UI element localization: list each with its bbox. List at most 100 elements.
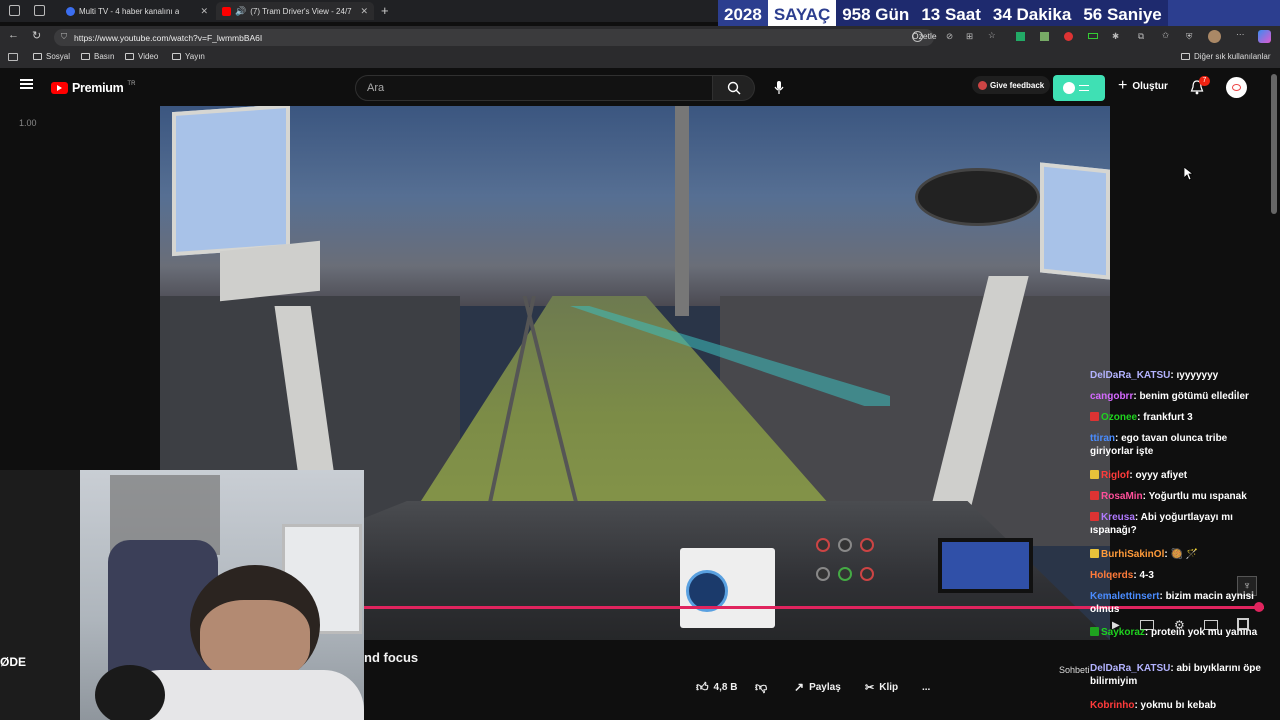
like-count: 4,8 B	[713, 681, 738, 693]
circle-icon	[1063, 82, 1075, 94]
tab-preview-icon[interactable]	[8, 53, 18, 61]
close-tab-icon[interactable]: ✕	[200, 6, 208, 17]
chat-message: BurhiSakinOl: 🥘 🪄	[1090, 548, 1272, 561]
profile-avatar[interactable]	[1208, 30, 1221, 43]
thumbs-down-icon: 👎︎	[755, 679, 768, 694]
folder-icon	[33, 53, 42, 60]
create-button[interactable]: + Oluştur	[1118, 78, 1168, 94]
video-speedometer	[680, 548, 775, 628]
url-field[interactable]: ⛉ https://www.youtube.com/watch?v=F_lwmm…	[54, 29, 934, 46]
search-button[interactable]	[713, 75, 755, 101]
folder-icon	[125, 53, 134, 60]
chat-username: Kobrinho	[1090, 700, 1135, 711]
video-cab-monitor	[172, 106, 290, 257]
page-scrollbar-thumb[interactable]	[1271, 74, 1277, 214]
search-placeholder: Ara	[367, 82, 385, 94]
tab-actions-icon[interactable]	[34, 5, 45, 16]
tab-multi-tv[interactable]: Multi TV - 4 haber kanalını a ✕	[60, 2, 214, 20]
show-chat-label[interactable]: Sohbeti	[1059, 665, 1090, 675]
chat-username: Holqerds	[1090, 570, 1134, 581]
chat-username: DelDaRa_KATSU	[1090, 370, 1171, 381]
summarize-label[interactable]: Özetle	[912, 31, 937, 41]
account-avatar[interactable]	[1226, 77, 1247, 98]
apps-icon[interactable]: ⊞	[966, 31, 973, 42]
chat-message: DelDaRa_KATSU: abi bıyıklarını öpe bilir…	[1090, 663, 1261, 687]
battery-extension-icon[interactable]	[1088, 33, 1098, 39]
search-input[interactable]: Ara	[355, 75, 713, 101]
share-button[interactable]: ↗ Paylaş	[794, 678, 841, 696]
chat-text: 🥘 🪄	[1170, 549, 1199, 560]
extension-icon[interactable]	[1040, 32, 1049, 41]
folder-icon	[1181, 53, 1190, 60]
notification-count-badge: 7	[1199, 76, 1210, 86]
video-knob	[838, 567, 852, 581]
chat-username: Riglof	[1101, 470, 1130, 481]
chat-username: BurhiSakinOl	[1101, 549, 1165, 560]
chat-username: DelDaRa_KATSU	[1090, 663, 1171, 674]
video-pole	[675, 106, 689, 316]
site-info-icon[interactable]: ⛉	[61, 32, 67, 42]
close-tab-icon[interactable]: ✕	[360, 6, 368, 17]
microphone-icon[interactable]	[774, 81, 784, 95]
bookmarks-bar: Sosyal Basın Video Yayın Diğer sık kulla…	[0, 48, 1280, 68]
chat-username: cangobrr	[1090, 391, 1134, 402]
playback-rate: 1.00	[19, 118, 37, 128]
chat-message: Saykoraz: protein yok mu yanına	[1090, 626, 1272, 639]
bookmark-yayin[interactable]: Yayın	[172, 52, 205, 61]
give-feedback-button[interactable]: Give feedback	[972, 76, 1051, 94]
youtube-play-logo-icon	[51, 82, 68, 94]
copilot-icon[interactable]	[1258, 30, 1271, 43]
reload-icon[interactable]: ↻	[32, 29, 41, 42]
clip-button[interactable]: ✂ Klip	[865, 678, 898, 696]
chat-username: Ozonee	[1101, 412, 1138, 423]
extensions-puzzle-icon[interactable]: ✱	[1112, 31, 1119, 42]
folder-icon	[172, 53, 181, 60]
create-label: Oluştur	[1132, 80, 1168, 92]
favorite-star-icon[interactable]: ☆	[988, 30, 996, 41]
chat-text: 4-3	[1139, 570, 1154, 581]
chat-message: Holqerds: 4-3	[1090, 570, 1154, 581]
tab-tram-driver[interactable]: 🔊 (7) Tram Driver's View - 24/7 ✕	[216, 2, 374, 20]
chat-message: cangobrr: benim götümü elledi̇ler	[1090, 391, 1249, 402]
bookmark-label: Basın	[94, 52, 115, 61]
share-label: Paylaş	[809, 681, 841, 693]
split-screen-icon[interactable]: ⧉	[1138, 31, 1144, 42]
webcam-person-face	[200, 600, 310, 680]
extension-icon[interactable]	[1064, 32, 1073, 41]
extension-badge-button[interactable]	[1053, 75, 1105, 101]
chat-username: RosaMin	[1101, 491, 1143, 502]
video-cab-monitor	[1040, 162, 1110, 280]
youtube-favicon-icon	[222, 6, 231, 16]
extension-icon[interactable]	[1016, 32, 1025, 41]
notifications-button[interactable]: 7	[1190, 76, 1210, 96]
favorites-icon[interactable]: ✩	[1162, 30, 1169, 41]
bookmark-sosyal[interactable]: Sosyal	[33, 52, 70, 61]
back-icon[interactable]: ←	[8, 29, 19, 41]
workspaces-icon[interactable]	[9, 5, 20, 16]
video-knob	[838, 538, 852, 552]
speaker-icon[interactable]: 🔊	[235, 6, 246, 17]
like-button[interactable]: 👍︎ 4,8 B	[696, 678, 737, 696]
chat-username: ttiran	[1090, 433, 1115, 444]
hamburger-menu-icon[interactable]	[20, 79, 33, 89]
bookmark-basin[interactable]: Basın	[81, 52, 114, 61]
dislike-button[interactable]: 👎︎	[755, 678, 767, 696]
bookmark-label: Video	[138, 52, 159, 61]
menu-dots-icon[interactable]: ⋯	[1236, 29, 1245, 40]
chat-text: yokmu bı kebab	[1140, 700, 1217, 711]
bookmark-other[interactable]: Diğer sık kullanılanlar	[1181, 52, 1270, 61]
logo-text: Premium	[72, 81, 124, 95]
chat-text: benim götümü elledi̇ler	[1139, 391, 1249, 402]
more-actions-button[interactable]: ...	[922, 678, 930, 696]
chat-text: ıyyyyyyy	[1176, 370, 1219, 381]
webcam-mic-brand: ØDE	[0, 655, 27, 669]
account-logo-icon	[1232, 84, 1241, 91]
chat-badge-icon	[1090, 491, 1099, 500]
shield-icon[interactable]: ⛨	[1186, 31, 1192, 42]
reader-icon[interactable]: ⊘	[946, 31, 953, 42]
chat-text: Yoğurtlu mu ıspanak	[1148, 491, 1247, 502]
logo-country: TR	[127, 81, 136, 87]
new-tab-icon[interactable]: +	[381, 3, 389, 18]
youtube-logo[interactable]: Premium TR	[51, 81, 135, 95]
bookmark-video[interactable]: Video	[125, 52, 158, 61]
